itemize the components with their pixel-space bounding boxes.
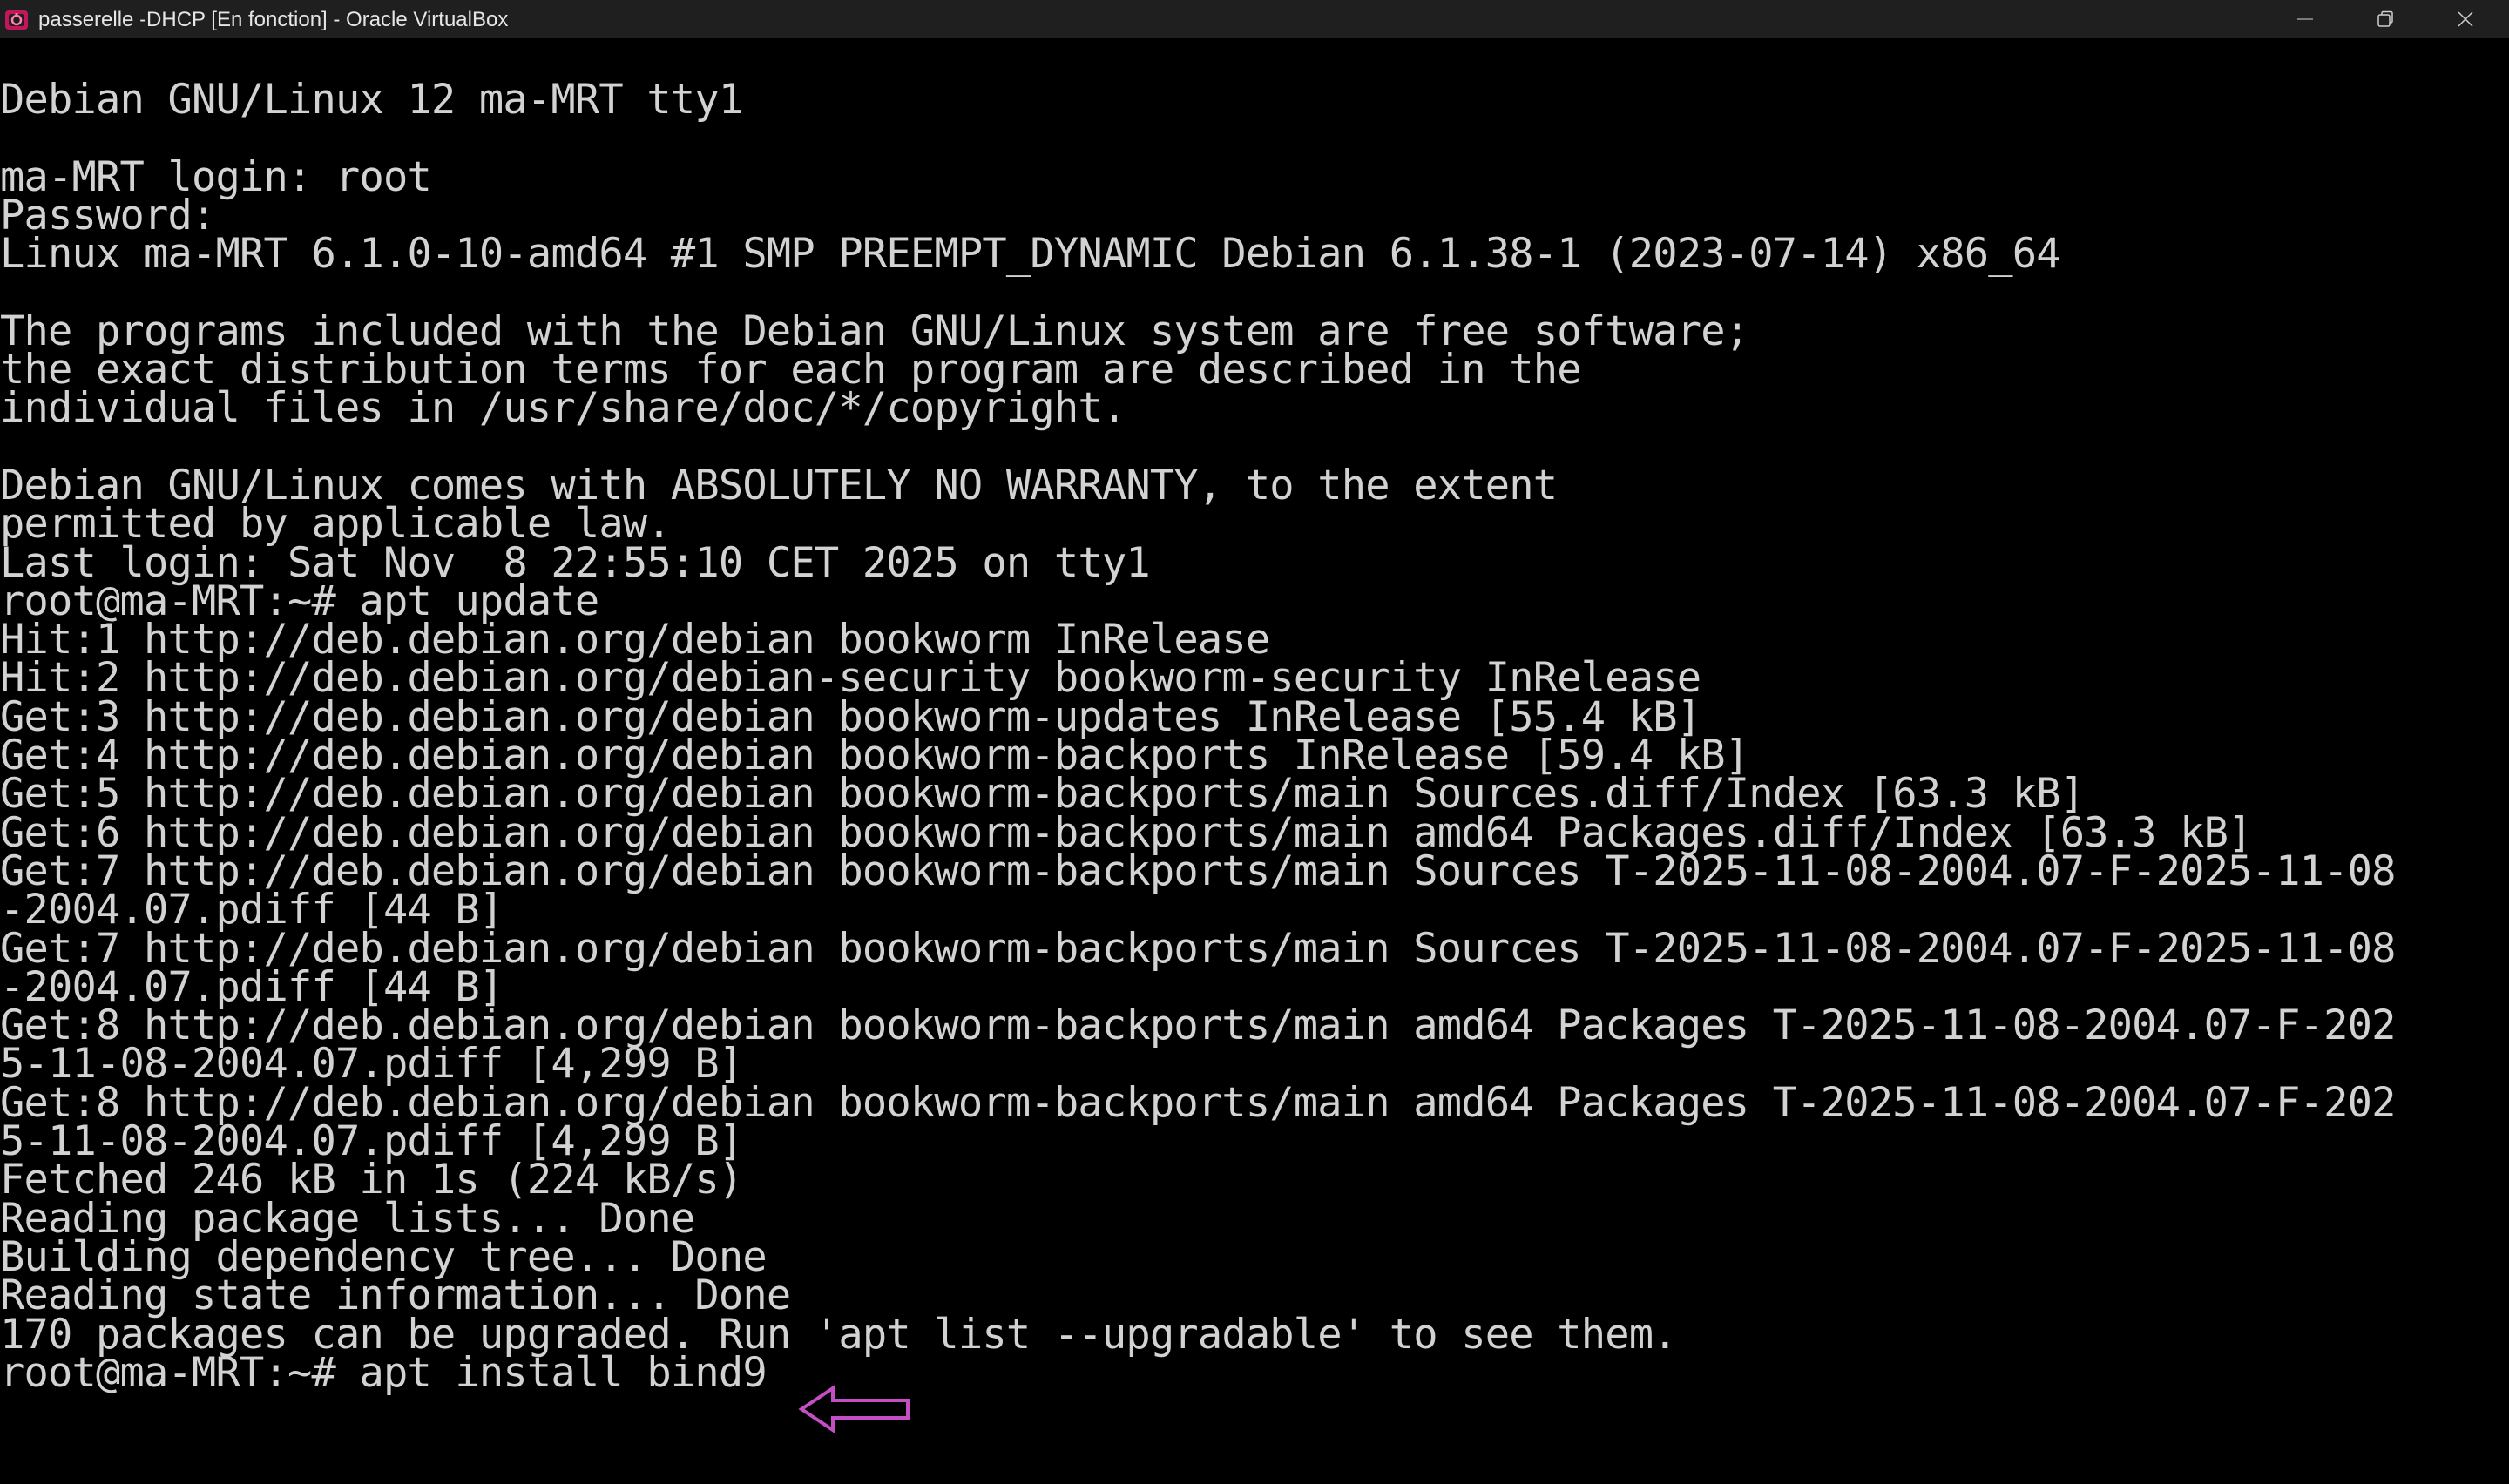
vm-console[interactable]: Debian GNU/Linux 12 ma-MRT tty1 ma-MRT l…: [0, 38, 2509, 1484]
terminal-line: Get:5 http://deb.debian.org/debian bookw…: [0, 770, 2085, 819]
restore-button[interactable]: [2345, 0, 2425, 38]
terminal-line: Reading state information... Done: [0, 1272, 791, 1320]
terminal-prompt-line[interactable]: root@ma-MRT:~# apt install bind9: [0, 1352, 2396, 1393]
terminal-output: Debian GNU/Linux 12 ma-MRT tty1 ma-MRT l…: [0, 76, 2396, 1393]
title-bar[interactable]: passerelle -DHCP [En fonction] - Oracle …: [0, 0, 2509, 38]
terminal-line: -2004.07.pdiff [44 B]: [0, 886, 504, 934]
terminal-line: ma-MRT login: root: [0, 152, 432, 201]
terminal-line: Debian GNU/Linux 12 ma-MRT tty1: [0, 76, 743, 124]
minimize-icon: [2297, 18, 2313, 20]
virtualbox-icon: [3, 7, 30, 33]
terminal-line: Linux ma-MRT 6.1.0-10-amd64 #1 SMP PREEM…: [0, 230, 2061, 279]
terminal-line: Fetched 246 kB in 1s (224 kB/s): [0, 1156, 743, 1204]
terminal-line: permitted by applicable law.: [0, 500, 672, 549]
virtualbox-window: passerelle -DHCP [En fonction] - Oracle …: [0, 0, 2509, 1484]
terminal-line: individual files in /usr/share/doc/*/cop…: [0, 384, 1126, 433]
minimize-button[interactable]: [2265, 0, 2345, 38]
close-icon: [2458, 11, 2473, 27]
window-title: passerelle -DHCP [En fonction] - Oracle …: [38, 8, 509, 31]
left-arrow-icon: [798, 1385, 910, 1433]
close-button[interactable]: [2425, 0, 2506, 38]
restore-icon: [2377, 10, 2393, 27]
